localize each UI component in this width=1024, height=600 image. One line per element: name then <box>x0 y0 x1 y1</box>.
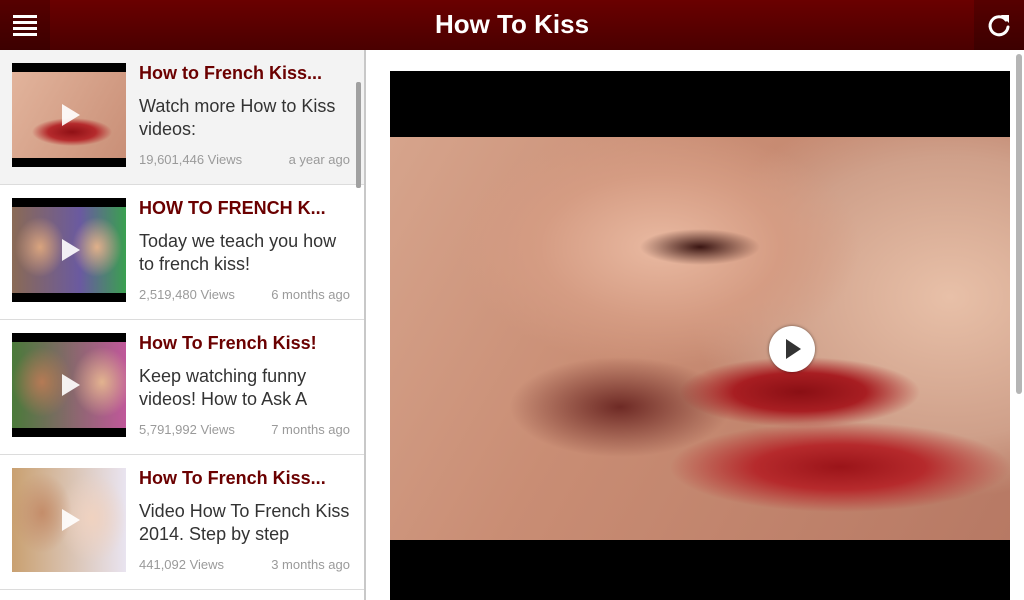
upload-age: a year ago <box>288 152 350 167</box>
refresh-icon <box>988 15 1010 37</box>
view-count: 2,519,480 Views <box>139 287 235 302</box>
video-thumbnail[interactable] <box>12 198 126 302</box>
video-description: Video How To French Kiss 2014. Step by s… <box>139 501 350 544</box>
list-item[interactable]: HOW TO FRENCH K... Today we teach you ho… <box>0 185 364 320</box>
player-panel <box>366 50 1024 600</box>
video-title[interactable]: How To French Kiss... <box>139 468 349 489</box>
view-count: 5,791,992 Views <box>139 422 235 437</box>
list-scrollbar[interactable] <box>356 82 361 188</box>
upload-age: 6 months ago <box>271 287 350 302</box>
video-player[interactable] <box>390 71 1010 600</box>
video-description: Watch more How to Kiss videos: <box>139 96 336 139</box>
video-preview <box>390 137 1010 540</box>
video-description: Keep watching funny videos! How to Ask A <box>139 366 308 409</box>
view-count: 441,092 Views <box>139 557 225 572</box>
upload-age: 3 months ago <box>271 557 350 572</box>
video-thumbnail[interactable] <box>12 468 126 572</box>
video-title[interactable]: How to French Kiss... <box>139 63 349 84</box>
menu-icon <box>13 12 37 39</box>
app-bar: How To Kiss <box>0 0 1024 50</box>
play-icon <box>62 239 80 261</box>
video-thumbnail[interactable] <box>12 63 126 167</box>
player-scrollbar[interactable] <box>1016 54 1022 394</box>
video-title[interactable]: How To French Kiss! <box>139 333 349 354</box>
view-count: 19,601,446 Views <box>139 152 243 167</box>
upload-age: 7 months ago <box>271 422 350 437</box>
play-icon <box>786 339 801 359</box>
list-item[interactable]: How To French Kiss! Keep watching funny … <box>0 320 364 455</box>
video-title[interactable]: HOW TO FRENCH K... <box>139 198 349 219</box>
page-title: How To Kiss <box>434 9 590 39</box>
list-item[interactable]: How to French Kiss... Watch more How to … <box>0 50 364 185</box>
video-description: Today we teach you how to french kiss! <box>139 231 337 274</box>
menu-button[interactable] <box>0 0 50 50</box>
list-item[interactable]: How To French Kiss... Video How To Frenc… <box>0 455 364 590</box>
video-thumbnail[interactable] <box>12 333 126 437</box>
play-button[interactable] <box>769 326 815 372</box>
play-icon <box>62 509 80 531</box>
video-list[interactable]: How to French Kiss... Watch more How to … <box>0 50 366 600</box>
play-icon <box>62 104 80 126</box>
refresh-button[interactable] <box>974 0 1024 50</box>
play-icon <box>62 374 80 396</box>
